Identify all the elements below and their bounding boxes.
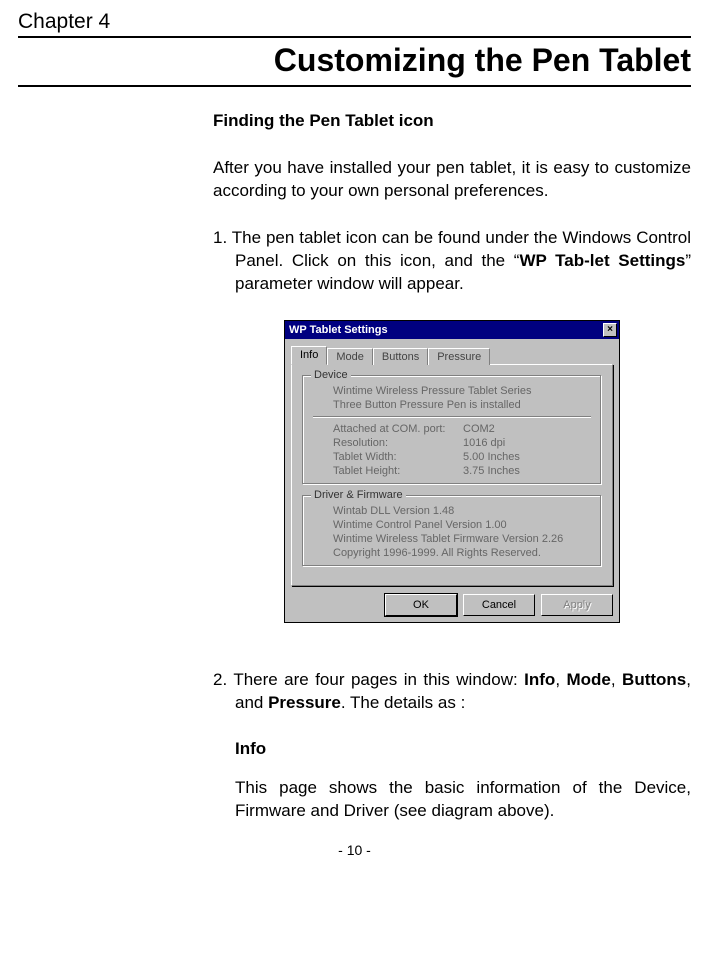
device-height-row: Tablet Height: 3.75 Inches	[313, 464, 591, 478]
chapter-label: Chapter 4	[18, 10, 691, 34]
device-res-row: Resolution: 1016 dpi	[313, 436, 591, 450]
tab-info[interactable]: Info	[291, 346, 327, 365]
device-l2-text: Three Button Pressure Pen is installed	[333, 399, 521, 411]
driver-line-4: Copyright 1996-1999. All Rights Reserved…	[313, 546, 591, 560]
device-height-label: Tablet Height:	[333, 465, 463, 477]
list-item-2: 2. There are four pages in this window: …	[213, 669, 691, 715]
section-heading: Finding the Pen Tablet icon	[213, 111, 691, 131]
close-button[interactable]: ×	[603, 323, 617, 337]
driver-line-1: Wintab DLL Version 1.48	[313, 504, 591, 518]
item2-buttons: Buttons	[622, 670, 686, 689]
dialog-titlebar[interactable]: WP Tablet Settings ×	[285, 321, 619, 339]
driver-legend: Driver & Firmware	[311, 489, 406, 501]
rule-top	[18, 36, 691, 38]
close-icon: ×	[607, 324, 613, 335]
tab-buttons[interactable]: Buttons	[373, 348, 428, 365]
dialog-title: WP Tablet Settings	[289, 324, 388, 336]
driver-l2-text: Wintime Control Panel Version 1.00	[333, 519, 507, 531]
ok-button[interactable]: OK	[385, 594, 457, 616]
tab-pressure[interactable]: Pressure	[428, 348, 490, 365]
device-group: Device Wintime Wireless Pressure Tablet …	[302, 375, 602, 485]
driver-line-2: Wintime Control Panel Version 1.00	[313, 518, 591, 532]
item1-prefix: 1.	[213, 228, 232, 247]
device-width-label: Tablet Width:	[333, 451, 463, 463]
driver-l3-text: Wintime Wireless Tablet Firmware Version…	[333, 533, 563, 545]
list-item-1: 1. The pen tablet icon can be found unde…	[213, 227, 691, 296]
item2-tail: . The details as :	[341, 693, 465, 712]
item2-mode: Mode	[566, 670, 610, 689]
apply-button[interactable]: Apply	[541, 594, 613, 616]
intro-paragraph: After you have installed your pen tablet…	[213, 157, 691, 203]
content-column: Finding the Pen Tablet icon After you ha…	[213, 111, 691, 822]
item2-comma2: ,	[611, 670, 622, 689]
driver-line-3: Wintime Wireless Tablet Firmware Version…	[313, 532, 591, 546]
dialog-figure: WP Tablet Settings × Info Mode Buttons P…	[213, 320, 691, 623]
tabs-row: Info Mode Buttons Pressure	[291, 345, 613, 364]
device-height-value: 3.75 Inches	[463, 465, 520, 477]
tab-mode[interactable]: Mode	[327, 348, 373, 365]
device-legend: Device	[311, 369, 351, 381]
page-title: Customizing the Pen Tablet	[18, 42, 691, 79]
wp-tablet-settings-dialog: WP Tablet Settings × Info Mode Buttons P…	[284, 320, 620, 623]
driver-l4-text: Copyright 1996-1999. All Rights Reserved…	[333, 547, 541, 559]
device-divider	[313, 416, 591, 418]
device-line-2: Three Button Pressure Pen is installed	[313, 398, 591, 412]
rule-bottom	[18, 85, 691, 87]
device-line-1: Wintime Wireless Pressure Tablet Series	[313, 384, 591, 398]
device-res-label: Resolution:	[333, 437, 463, 449]
item2-pressure: Pressure	[268, 693, 341, 712]
driver-group: Driver & Firmware Wintab DLL Version 1.4…	[302, 495, 602, 567]
device-width-row: Tablet Width: 5.00 Inches	[313, 450, 591, 464]
info-subheading: Info	[213, 739, 691, 759]
device-com-label: Attached at COM. port:	[333, 423, 463, 435]
page-number: - 10 -	[18, 842, 691, 858]
item2-info: Info	[524, 670, 555, 689]
item2-comma1: ,	[555, 670, 566, 689]
item2-prefix: 2.	[213, 670, 233, 689]
device-res-value: 1016 dpi	[463, 437, 505, 449]
info-paragraph: This page shows the basic information of…	[213, 777, 691, 823]
device-com-value: COM2	[463, 423, 495, 435]
device-l1-text: Wintime Wireless Pressure Tablet Series	[333, 385, 531, 397]
dialog-button-row: OK Cancel Apply	[291, 594, 613, 616]
tab-panel-info: Device Wintime Wireless Pressure Tablet …	[291, 364, 613, 586]
dialog-body: Info Mode Buttons Pressure Device Wintim…	[285, 339, 619, 622]
device-width-value: 5.00 Inches	[463, 451, 520, 463]
item1-bold: WP Tab-let Settings	[519, 251, 685, 270]
device-com-row: Attached at COM. port: COM2	[313, 422, 591, 436]
cancel-button[interactable]: Cancel	[463, 594, 535, 616]
driver-l1-text: Wintab DLL Version 1.48	[333, 505, 454, 517]
item2-text-a: There are four pages in this window:	[233, 670, 524, 689]
